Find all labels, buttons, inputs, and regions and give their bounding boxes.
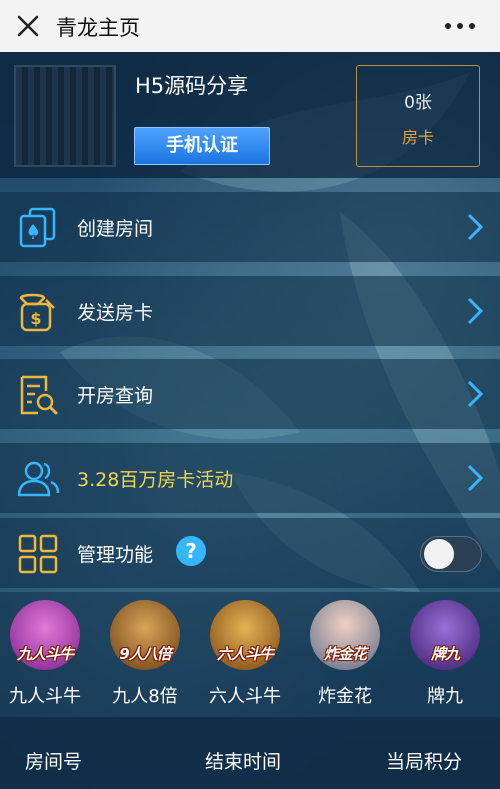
game-logo-text: 炸金花 (323, 645, 367, 663)
menu-item-create-room[interactable]: 创建房间 (0, 192, 500, 262)
room-card-label: 房卡 (401, 128, 434, 147)
column-room-no: 房间号 (25, 751, 83, 773)
game-logo: 9人八倍 (110, 600, 180, 670)
menu-item-send-card[interactable]: $ 发送房卡 (0, 276, 500, 346)
grid-icon (18, 534, 58, 574)
game-name: 九人斗牛 (9, 686, 81, 707)
top-bar: 青龙主页 (0, 0, 500, 53)
close-icon[interactable] (14, 12, 42, 40)
svg-text:$: $ (30, 309, 41, 328)
menu-item-room-query[interactable]: 开房查询 (0, 359, 500, 429)
username: H5源码分享 (135, 74, 249, 98)
send-card-label: 发送房卡 (77, 302, 154, 324)
game-logo-text: 六人斗牛 (216, 645, 274, 663)
game-name: 牌九 (427, 686, 463, 707)
more-icon[interactable] (442, 14, 478, 38)
game-item-jiuren-douniu[interactable]: 九人斗牛 九人斗牛 (3, 600, 87, 708)
game-list: 九人斗牛 九人斗牛 9人八倍 九人8倍 六人斗牛 六人斗牛 炸金花 炸金花 牌九… (0, 592, 500, 717)
page-title: 青龙主页 (56, 16, 140, 40)
cards-icon (19, 207, 56, 248)
game-name: 六人斗牛 (209, 686, 281, 707)
room-query-label: 开房查询 (77, 385, 154, 407)
game-logo: 九人斗牛 (10, 600, 80, 670)
history-table-header: 房间号 结束时间 当局积分 (0, 717, 500, 789)
room-card-balance[interactable]: 0张 房卡 (356, 65, 480, 167)
admin-label: 管理功能 (77, 544, 154, 566)
game-logo: 炸金花 (310, 600, 380, 670)
game-name: 九人8倍 (112, 686, 178, 707)
chevron-right-icon (467, 464, 484, 492)
column-score: 当局积分 (386, 751, 463, 773)
game-logo: 牌九 (410, 600, 480, 670)
game-item-zhajinhua[interactable]: 炸金花 炸金花 (303, 600, 387, 708)
game-item-paijiu[interactable]: 牌九 牌九 (403, 600, 487, 708)
game-logo-text: 9人八倍 (119, 645, 171, 663)
menu-item-promotion[interactable]: 3.28百万房卡活动 (0, 443, 500, 513)
create-room-label: 创建房间 (77, 218, 154, 240)
chevron-right-icon (467, 213, 484, 241)
chevron-right-icon (467, 297, 484, 325)
game-logo: 六人斗牛 (210, 600, 280, 670)
chevron-right-icon (467, 380, 484, 408)
game-logo-text: 牌九 (430, 645, 460, 663)
menu-item-admin: 管理功能 ? (0, 518, 500, 588)
column-end-time: 结束时间 (205, 751, 282, 773)
admin-toggle[interactable] (420, 536, 482, 572)
avatar (14, 65, 116, 167)
users-icon (17, 461, 60, 497)
money-bag-icon: $ (19, 293, 55, 332)
phone-verify-button[interactable]: 手机认证 (134, 127, 270, 165)
room-card-count: 0张 (404, 93, 432, 113)
game-item-jiuren-8bei[interactable]: 9人八倍 九人8倍 (103, 600, 187, 708)
promotion-label: 3.28百万房卡活动 (77, 469, 234, 491)
game-name: 炸金花 (318, 686, 372, 707)
toggle-knob (424, 539, 454, 569)
game-logo-text: 九人斗牛 (16, 645, 74, 663)
game-item-liuren-douniu[interactable]: 六人斗牛 六人斗牛 (203, 600, 287, 708)
document-search-icon (20, 375, 58, 415)
help-icon[interactable]: ? (176, 536, 206, 566)
